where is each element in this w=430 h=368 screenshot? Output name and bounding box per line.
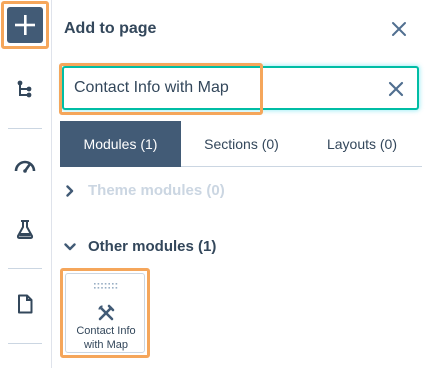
- tab-bar: Modules (1) Sections (0) Layouts (0): [60, 121, 422, 167]
- test-button[interactable]: [10, 214, 40, 244]
- close-button[interactable]: [389, 19, 409, 39]
- module-card-label-line2: with Map: [83, 339, 129, 351]
- drag-handle-icon: [94, 283, 118, 289]
- module-card-label-line1: Contact Info: [76, 325, 136, 337]
- module-card-label: Contact Info with Map: [66, 324, 146, 352]
- gauge-icon: [14, 160, 36, 173]
- tree-icon: [17, 80, 32, 98]
- tab-sections[interactable]: Sections (0): [181, 121, 302, 167]
- search-highlight: [59, 63, 263, 115]
- page-settings-button[interactable]: [10, 289, 40, 319]
- chevron-down-icon: [64, 242, 76, 250]
- structure-button[interactable]: [10, 75, 40, 105]
- chevron-right-icon: [66, 184, 74, 197]
- clear-search-button[interactable]: [387, 80, 405, 98]
- plus-icon: [15, 15, 35, 35]
- panel-title: Add to page: [64, 20, 157, 37]
- add-button-highlight: [1, 1, 49, 49]
- add-to-page-panel: Add to page Modules (1) Sections (0) Lay…: [52, 0, 430, 368]
- rail-divider: [8, 343, 42, 344]
- close-icon: [388, 81, 404, 97]
- rail-divider: [8, 128, 42, 129]
- tab-layouts[interactable]: Layouts (0): [302, 121, 422, 167]
- add-button[interactable]: [7, 7, 43, 43]
- other-modules-toggle[interactable]: Other modules (1): [64, 238, 216, 255]
- rail-divider: [8, 268, 42, 269]
- theme-modules-toggle[interactable]: Theme modules (0): [64, 182, 225, 199]
- section-label: Other modules (1): [88, 238, 217, 255]
- left-rail: [0, 0, 52, 368]
- tools-icon: [98, 304, 115, 321]
- flask-icon: [16, 220, 34, 239]
- close-icon: [392, 22, 406, 36]
- tab-modules[interactable]: Modules (1): [60, 121, 181, 167]
- page-icon: [18, 294, 33, 314]
- module-card-contact-info-with-map[interactable]: Contact Info with Map: [65, 273, 145, 353]
- optimize-button[interactable]: [10, 150, 40, 180]
- section-label: Theme modules (0): [88, 182, 225, 199]
